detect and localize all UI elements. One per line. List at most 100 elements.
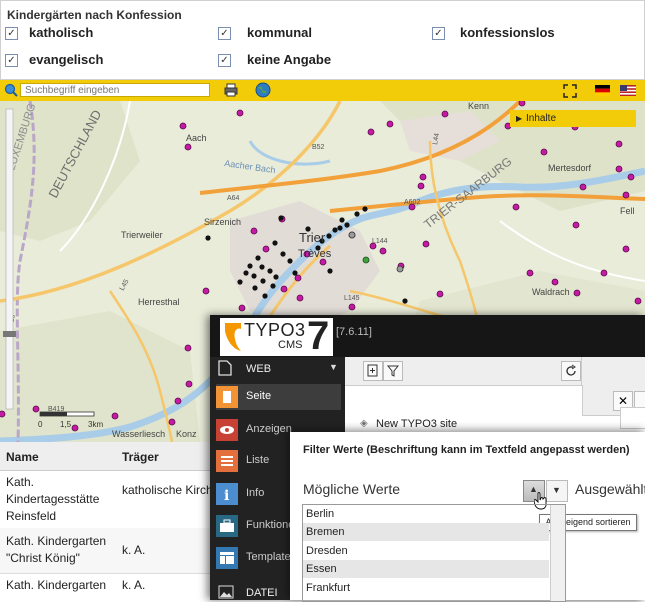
cell-name: Kath. Kindertagesstätte Reinsfeld <box>6 475 100 523</box>
content-field[interactable] <box>620 407 645 429</box>
module-templates-label: Templates <box>246 551 297 563</box>
column-header-traeger[interactable]: Träger <box>122 450 159 464</box>
filter-title: Kindergärten nach Konfession <box>7 8 182 22</box>
selected-values-label: Ausgewählt <box>575 481 645 497</box>
label-keine-angabe: keine Angabe <box>247 52 332 67</box>
list-item[interactable]: Dresden <box>303 542 549 560</box>
module-liste-label: Liste <box>246 454 270 466</box>
list-item[interactable]: Bremen <box>303 523 549 541</box>
typo3-logo-cms: CMS <box>278 339 303 351</box>
triangle-right-icon: ▶ <box>516 114 523 123</box>
list-item[interactable]: Essen <box>303 560 549 578</box>
list-scrollbar[interactable] <box>550 505 565 601</box>
map-label-trierweiler: Trierweiler <box>121 230 163 240</box>
page-module-icon <box>216 386 238 408</box>
list-module-icon <box>216 450 238 472</box>
checkbox-katholisch[interactable]: ✓ <box>5 27 18 40</box>
scale-label-0: 0 <box>38 420 43 429</box>
possible-values-label: Mögliche Werte <box>303 481 401 497</box>
svg-text:i: i <box>224 488 229 504</box>
list-item[interactable]: Berlin <box>303 505 549 523</box>
checkbox-keine-angabe[interactable]: ✓ <box>218 54 231 67</box>
table-row[interactable]: Kath. Kindergarten "Christ König" k. A. <box>0 528 210 574</box>
map-label-kenn: Kenn <box>468 101 489 111</box>
inhalte-panel-toggle[interactable]: ▶ Inhalte <box>510 110 636 127</box>
checkbox-kommunal[interactable]: ✓ <box>218 27 231 40</box>
table-header-row: Name Träger <box>0 442 210 471</box>
filter-panel: Kindergärten nach Konfession ✓ katholisc… <box>0 0 645 80</box>
typo3-docheader <box>345 357 645 386</box>
print-icon[interactable] <box>224 83 238 97</box>
triangle-down-icon: ▼ <box>552 485 561 495</box>
info-module-icon: i <box>216 483 238 505</box>
checkbox-evangelisch[interactable]: ✓ <box>5 54 18 67</box>
map-label-treves: Trèves <box>298 248 332 260</box>
module-seite-label: Seite <box>246 390 272 402</box>
column-header-name[interactable]: Name <box>6 450 39 464</box>
typo3-logo-text: TYPO3 <box>244 320 306 340</box>
filter-values-dialog: Filter Werte (Beschriftung kann im Textf… <box>290 432 645 602</box>
template-module-icon <box>216 547 238 569</box>
image-icon <box>218 585 234 599</box>
fullscreen-icon[interactable] <box>563 84 577 98</box>
search-icon[interactable] <box>4 83 18 97</box>
map-label-trier: Trier <box>299 230 326 245</box>
map-label-herresthal: Herresthal <box>138 297 180 307</box>
refresh-button[interactable] <box>561 361 581 381</box>
cell-name: Kath. Kindergarten "Christ König" <box>6 534 107 565</box>
page-tree-toolbar-gap <box>350 385 583 415</box>
map-label-sirzenich: Sirzenich <box>204 217 241 227</box>
map-label-konz: Konz <box>176 429 197 439</box>
close-icon: ✕ <box>617 394 629 408</box>
module-group-datei-label: DATEI <box>246 587 278 599</box>
new-page-icon <box>367 364 378 377</box>
map-label-fell: Fell <box>620 206 635 216</box>
scale-label-3km: 3km <box>88 420 103 429</box>
checkbox-konfessionslos[interactable]: ✓ <box>432 27 445 40</box>
typo3-logo-seven: 7 <box>307 314 330 358</box>
funnel-icon <box>386 365 400 377</box>
map-label-mertesdorf: Mertesdorf <box>548 163 592 173</box>
typo3-logo-icon <box>225 323 241 351</box>
typo3-topbar: TYPO3 CMS 7 [7.6.11] <box>210 314 645 358</box>
refresh-icon <box>566 364 576 376</box>
flag-de-icon[interactable] <box>595 85 610 96</box>
filter-tree-button[interactable] <box>383 361 403 381</box>
road-label-b52: B52 <box>312 144 325 151</box>
possible-values-list[interactable]: Berlin Bremen Dresden Essen Frankfurt <box>302 504 566 602</box>
module-anzeigen-label: Anzeigen <box>246 423 292 435</box>
module-group-web[interactable]: WEB ▼ <box>216 357 341 381</box>
map-label-waldrach: Waldrach <box>532 287 570 297</box>
table-row[interactable]: Kath. Kindergarten k. A. <box>0 573 210 600</box>
table-row[interactable]: Kath. Kindertagesstätte Reinsfeld kathol… <box>0 470 272 529</box>
page-tree-root-label: New TYPO3 site <box>376 418 458 430</box>
flag-us-icon[interactable] <box>620 85 636 96</box>
map-label-wasserliesch: Wasserliesch <box>112 429 165 439</box>
new-page-button[interactable] <box>363 361 383 381</box>
caret-down-icon: ▼ <box>329 362 338 372</box>
module-info-label: Info <box>246 487 265 499</box>
road-label-l144: L144 <box>372 238 388 245</box>
cell-name: Kath. Kindergarten <box>6 578 107 592</box>
dialog-title: Filter Werte (Beschriftung kann im Textf… <box>303 444 630 456</box>
cell-traeger: k. A. <box>122 578 146 592</box>
sort-descending-button[interactable]: ▼ <box>546 480 568 502</box>
map-search-input[interactable] <box>20 83 210 97</box>
module-seite[interactable]: Seite <box>216 384 341 410</box>
road-label-l145: L145 <box>344 295 360 302</box>
label-evangelisch: evangelisch <box>29 52 104 67</box>
inhalte-label: Inhalte <box>526 113 557 124</box>
module-group-web-label: WEB <box>246 363 272 375</box>
world-icon: ◈ <box>360 418 368 429</box>
list-item[interactable]: Frankfurt <box>303 579 549 597</box>
cell-traeger: k. A. <box>122 543 146 557</box>
label-kommunal: kommunal <box>247 25 313 40</box>
map-toolbar <box>0 80 645 101</box>
label-katholisch: katholisch <box>29 25 94 40</box>
typo3-version: [7.6.11] <box>336 326 372 338</box>
view-module-icon <box>216 419 238 441</box>
map-label-aach: Aach <box>186 133 207 143</box>
typo3-logo[interactable]: TYPO3 CMS 7 <box>220 314 333 358</box>
document-icon <box>218 360 232 376</box>
globe-icon[interactable] <box>255 82 271 98</box>
